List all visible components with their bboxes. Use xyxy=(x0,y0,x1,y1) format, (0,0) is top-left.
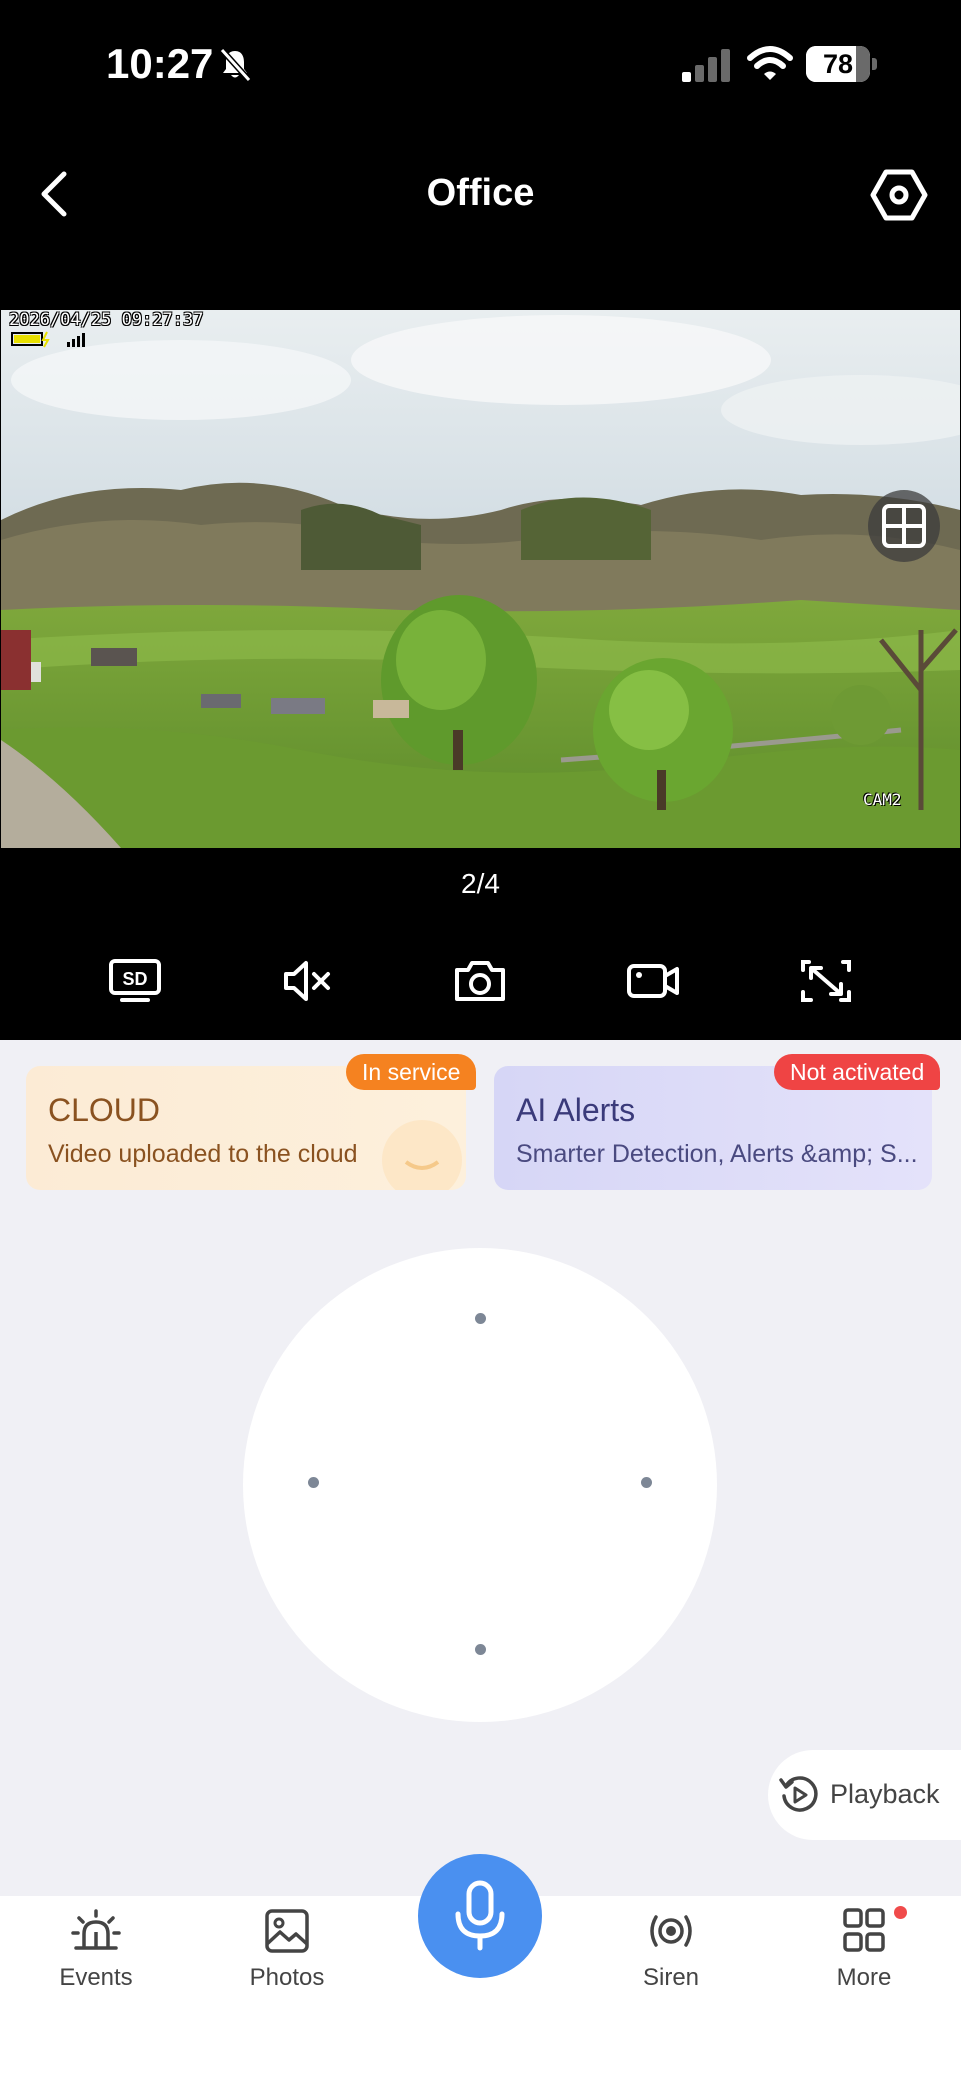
sd-quality-icon[interactable]: SD xyxy=(108,958,162,1004)
ptz-right-dot xyxy=(641,1477,652,1488)
ptz-joystick[interactable] xyxy=(243,1248,717,1722)
battery-indicator: 78 xyxy=(806,46,878,82)
camera-status-icons xyxy=(11,331,85,348)
playback-label: Playback xyxy=(830,1779,940,1809)
nav-events[interactable]: Events xyxy=(31,1908,161,1992)
snapshot-camera-icon[interactable] xyxy=(453,958,507,1004)
live-video-feed[interactable]: 2026/04/25 09:27:37 CAM2 xyxy=(1,310,960,848)
nav-more-label: More xyxy=(836,1964,892,1991)
alarm-siren-icon xyxy=(71,1909,121,1950)
status-time: 10:27 xyxy=(106,40,214,87)
ai-card-title: AI Alerts xyxy=(516,1092,636,1128)
notification-dot xyxy=(894,1906,907,1919)
camera-page-indicator: 2/4 xyxy=(461,868,500,899)
battery-level: 78 xyxy=(822,49,854,79)
landscape-scene xyxy=(1,310,960,848)
ptz-up-dot xyxy=(475,1313,486,1324)
svg-text:SD: SD xyxy=(122,969,147,989)
cloud-card-subtitle: Video uploaded to the cloud xyxy=(48,1140,358,1168)
page-title: Office xyxy=(426,172,535,214)
not-activated-badge: Not activated xyxy=(774,1054,941,1090)
playback-button[interactable]: Playback xyxy=(768,1750,961,1840)
nav-photos-label: Photos xyxy=(249,1964,325,1991)
nav-siren-label: Siren xyxy=(642,1964,700,1991)
playback-history-icon xyxy=(779,1776,818,1812)
nav-events-label: Events xyxy=(59,1964,133,1991)
mute-icon[interactable] xyxy=(280,958,334,1004)
photos-icon xyxy=(265,1909,309,1953)
camera-label: CAM2 xyxy=(863,790,902,809)
microphone-icon xyxy=(455,1880,505,1951)
ptz-down-dot xyxy=(475,1644,486,1655)
ptz-left-dot xyxy=(308,1477,319,1488)
nav-photos[interactable]: Photos xyxy=(222,1908,352,1992)
fullscreen-icon[interactable] xyxy=(799,958,853,1004)
siren-broadcast-icon xyxy=(650,1915,692,1947)
nav-siren[interactable]: Siren xyxy=(606,1908,736,1992)
talk-microphone-button[interactable] xyxy=(418,1854,542,1978)
more-grid-icon xyxy=(843,1908,885,1952)
cellular-signal-icon xyxy=(682,49,730,82)
record-video-icon[interactable] xyxy=(626,958,680,1004)
grid-view-icon[interactable] xyxy=(868,490,940,562)
nav-more[interactable]: More xyxy=(799,1908,929,1992)
cloud-mascot-icon xyxy=(382,1120,462,1190)
cloud-card-title: CLOUD xyxy=(48,1092,161,1128)
in-service-badge: In service xyxy=(346,1054,477,1090)
video-timestamp: 2026/04/25 09:27:37 xyxy=(9,310,204,330)
settings-hexagon-icon[interactable] xyxy=(870,166,928,224)
ai-card-subtitle: Smarter Detection, Alerts &amp; S... xyxy=(516,1140,918,1168)
wifi-icon xyxy=(747,46,793,80)
bell-muted-icon xyxy=(219,47,252,83)
